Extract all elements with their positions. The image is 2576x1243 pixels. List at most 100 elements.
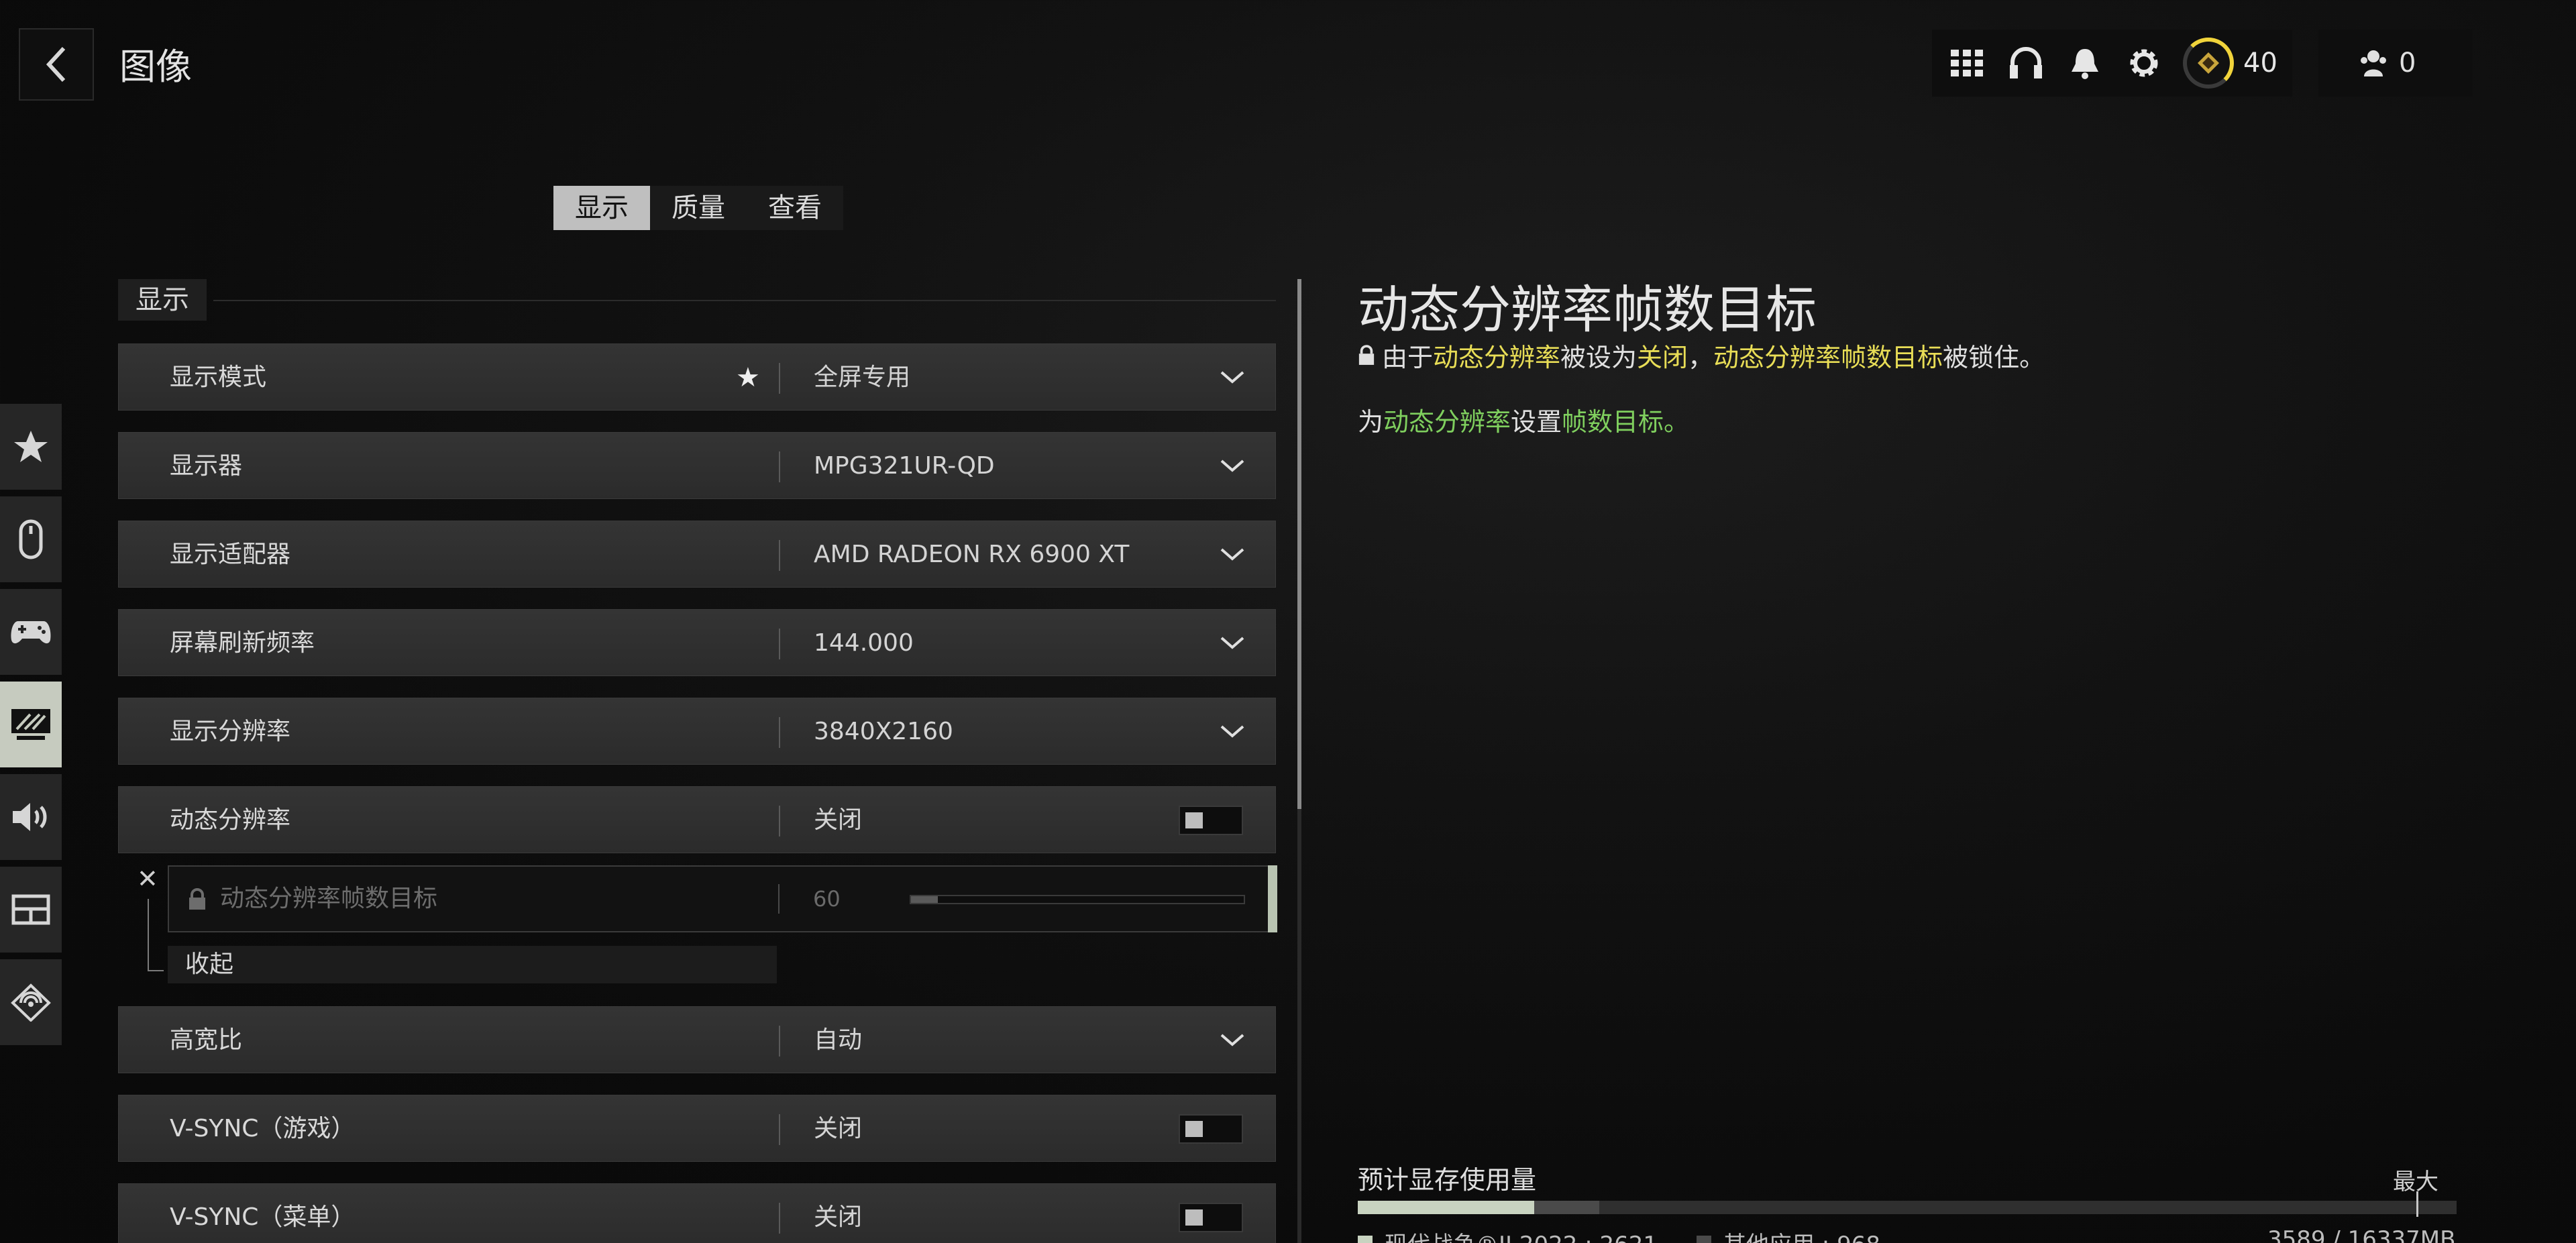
setting-value: 关闭	[814, 806, 863, 834]
sidebar-item-controller[interactable]	[0, 589, 62, 675]
setting-value: 关闭	[814, 1203, 863, 1231]
dynamic-resolution-toggle[interactable]	[1179, 806, 1243, 835]
setting-value: 144.000	[814, 629, 914, 657]
chevron-down-icon	[1220, 460, 1244, 472]
chevron-down-icon	[1220, 725, 1244, 738]
setting-resolution[interactable]: 显示分辨率 3840X2160	[118, 698, 1276, 765]
tab-view[interactable]: 查看	[747, 186, 843, 230]
highlight-text: 关闭	[1637, 343, 1688, 372]
close-icon[interactable]: ✕	[137, 864, 158, 894]
setting-display-adapter[interactable]: 显示适配器 AMD RADEON RX 6900 XT	[118, 521, 1276, 588]
mouse-icon	[19, 519, 43, 559]
setting-label: 高宽比	[170, 1026, 243, 1054]
cod-points-count: 40	[2243, 48, 2277, 78]
page-title: 图像	[119, 46, 192, 88]
star-icon	[14, 431, 48, 462]
setting-label: 动态分辨率	[170, 806, 291, 834]
chevron-down-icon	[1220, 1034, 1244, 1046]
gear-icon[interactable]	[2124, 43, 2164, 83]
sidebar-item-graphics[interactable]	[0, 682, 62, 767]
setting-dynamic-resolution-fps-target: 动态分辨率帧数目标 60	[168, 865, 1277, 932]
divider	[779, 1114, 780, 1145]
vram-usage-bar	[1358, 1201, 2457, 1214]
monitor-icon	[11, 709, 50, 740]
legend-swatch	[1697, 1235, 1711, 1243]
collapse-button[interactable]: 收起	[168, 946, 777, 983]
network-icon	[11, 983, 51, 1022]
setting-value: 全屏专用	[814, 364, 911, 391]
divider	[779, 629, 780, 659]
text: ，	[1688, 343, 1714, 372]
vram-max-label: 最大	[2393, 1169, 2438, 1195]
toggle-knob	[1185, 1209, 1203, 1226]
setting-label: 显示器	[170, 452, 243, 480]
legend-other: 其他应用 : 968	[1723, 1226, 1880, 1243]
setting-value: AMD RADEON RX 6900 XT	[814, 541, 1130, 568]
divider	[779, 717, 780, 748]
interface-icon	[11, 894, 50, 925]
tab-display[interactable]: 显示	[553, 186, 650, 230]
setting-vsync-game[interactable]: V-SYNC（游戏） 关闭	[118, 1095, 1276, 1162]
tab-quality[interactable]: 质量	[650, 186, 747, 230]
vsync-menu-toggle[interactable]	[1179, 1203, 1243, 1232]
setting-label: 显示模式	[170, 364, 267, 391]
tree-connector	[148, 899, 149, 971]
setting-monitor[interactable]: 显示器 MPG321UR-QD	[118, 432, 1276, 499]
setting-label: V-SYNC（游戏）	[170, 1115, 356, 1142]
setting-aspect-ratio[interactable]: 高宽比 自动	[118, 1006, 1276, 1073]
highlight-text: 动态分辨率	[1383, 407, 1511, 437]
chevron-down-icon	[1220, 637, 1244, 649]
bell-icon[interactable]	[2065, 43, 2105, 83]
settings-sidebar	[0, 404, 62, 1052]
vram-other-segment	[1534, 1201, 1599, 1214]
top-toolbar: 40	[1932, 30, 2292, 97]
headset-icon[interactable]	[2006, 43, 2046, 83]
divider	[779, 806, 780, 836]
lock-icon	[189, 888, 205, 910]
party-icon	[2361, 50, 2386, 76]
setting-vsync-menu[interactable]: V-SYNC（菜单） 关闭	[118, 1183, 1276, 1243]
text: 为	[1358, 407, 1384, 437]
controller-icon	[11, 621, 51, 644]
sidebar-item-network[interactable]	[0, 959, 62, 1045]
setting-value: 自动	[814, 1026, 863, 1054]
divider	[779, 451, 780, 482]
vram-game-segment	[1358, 1201, 1534, 1214]
toggle-knob	[1185, 1121, 1203, 1137]
detail-lock-message: 由于动态分辨率被设为关闭，动态分辨率帧数目标被锁住。	[1358, 337, 2045, 374]
setting-label: 动态分辨率帧数目标	[220, 885, 438, 912]
divider	[778, 884, 780, 914]
sidebar-item-audio[interactable]	[0, 774, 62, 860]
party-button[interactable]: 0	[2318, 30, 2473, 97]
text: 由于	[1382, 343, 1434, 372]
setting-dynamic-resolution[interactable]: 动态分辨率 关闭	[118, 786, 1276, 853]
setting-label: 屏幕刷新频率	[170, 629, 315, 657]
highlight-text: 帧数目标。	[1562, 407, 1690, 437]
sidebar-item-favorites[interactable]	[0, 404, 62, 490]
divider	[779, 1026, 780, 1057]
sidebar-item-interface[interactable]	[0, 867, 62, 953]
scrollbar-thumb[interactable]	[1297, 279, 1301, 809]
fps-target-slider	[910, 895, 1245, 904]
setting-label: V-SYNC（菜单）	[170, 1203, 356, 1231]
vram-max-marker	[2416, 1191, 2418, 1217]
slider-fill	[911, 896, 938, 903]
chevron-left-icon	[46, 46, 66, 83]
cod-points[interactable]: 40	[2183, 38, 2277, 89]
detail-title: 动态分辨率帧数目标	[1358, 280, 1817, 339]
grid-menu-icon[interactable]	[1947, 43, 1987, 83]
setting-display-mode[interactable]: 显示模式 ★ 全屏专用	[118, 343, 1276, 411]
sidebar-item-mouse[interactable]	[0, 496, 62, 582]
toggle-knob	[1185, 812, 1203, 828]
section-divider	[213, 300, 1276, 301]
text: 设置	[1511, 407, 1562, 437]
tab-bar: 显示 质量 查看	[553, 186, 843, 230]
back-button[interactable]	[19, 28, 94, 101]
vsync-game-toggle[interactable]	[1179, 1114, 1243, 1144]
favorite-star-icon[interactable]: ★	[736, 344, 760, 411]
vram-usage-label: 预计显存使用量	[1358, 1165, 1537, 1195]
lock-icon	[1358, 344, 1375, 365]
setting-refresh-rate[interactable]: 屏幕刷新频率 144.000	[118, 609, 1276, 676]
divider	[779, 540, 780, 571]
chevron-down-icon	[1220, 371, 1244, 384]
